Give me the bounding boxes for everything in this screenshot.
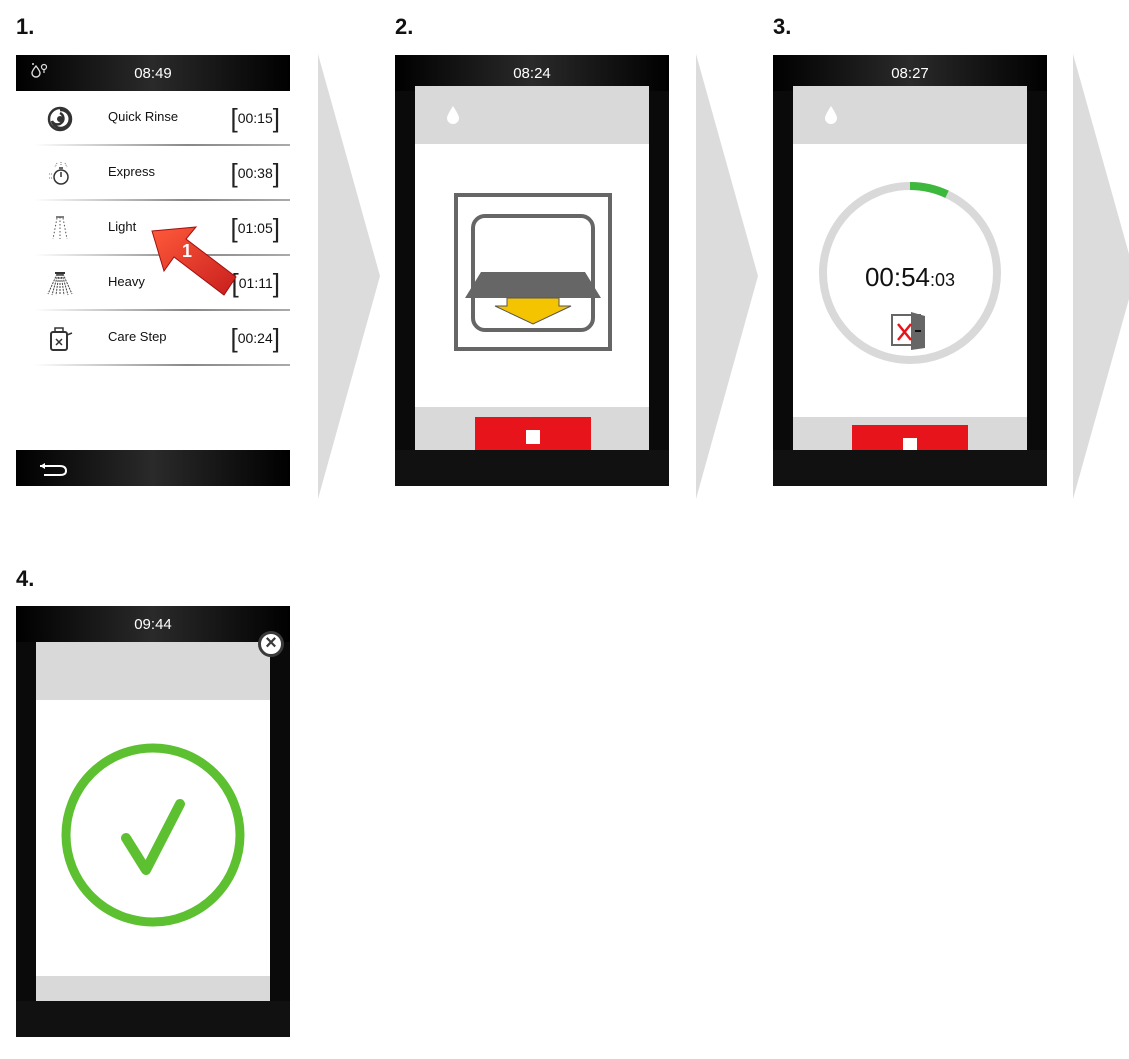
dialog bbox=[415, 86, 649, 471]
heavy-spray-icon bbox=[47, 272, 73, 296]
clock: 08:24 bbox=[513, 65, 551, 82]
clock: 09:44 bbox=[134, 616, 172, 633]
dialog-header bbox=[36, 642, 270, 700]
timer-readout: 00:54:03 bbox=[793, 262, 1027, 293]
program-row-express[interactable]: Express [00:38] bbox=[16, 146, 290, 201]
close-door-icon bbox=[454, 193, 612, 351]
program-label: Express bbox=[108, 164, 155, 179]
program-row-quick-rinse[interactable]: Quick Rinse [00:15] bbox=[16, 91, 290, 146]
close-icon: × bbox=[265, 632, 277, 654]
step-number-1: 1. bbox=[16, 14, 35, 39]
timer-main: 00:54 bbox=[864, 262, 931, 292]
row-divider bbox=[34, 364, 290, 366]
program-label: Heavy bbox=[108, 274, 145, 289]
stopwatch-spray-icon bbox=[49, 162, 69, 185]
status-bar: 08:49 bbox=[16, 55, 290, 91]
program-label: Care Step bbox=[108, 329, 167, 344]
dialog-header bbox=[793, 86, 1027, 144]
program-duration: [00:15] bbox=[230, 103, 280, 133]
step-number-2: 2. bbox=[395, 14, 414, 39]
screen-finished: 09:44 × bbox=[16, 606, 290, 1037]
water-drop-icon bbox=[447, 106, 459, 124]
duration-value: 00:38 bbox=[237, 165, 273, 181]
dialog bbox=[36, 642, 270, 1022]
screen-close-door: 08:24 bbox=[395, 55, 669, 486]
program-list: Quick Rinse [00:15] Express [00:38] Ligh… bbox=[16, 91, 290, 450]
bottom-bar bbox=[395, 450, 669, 486]
bottom-bar bbox=[16, 1001, 290, 1037]
close-button[interactable]: × bbox=[258, 631, 284, 657]
dialog-header bbox=[415, 86, 649, 144]
program-duration: [00:38] bbox=[230, 158, 280, 188]
program-duration: [00:24] bbox=[230, 323, 280, 353]
program-row-care-step[interactable]: Care Step [00:24] bbox=[16, 311, 290, 366]
status-bar: 09:44 bbox=[16, 606, 290, 642]
screen-running: 08:27 00:54:03 bbox=[773, 55, 1047, 486]
clock: 08:27 bbox=[891, 65, 929, 82]
screen-program-list: 08:49 Quick Rinse [00:15] Express [00:38… bbox=[16, 55, 290, 486]
program-label: Light bbox=[108, 219, 137, 234]
callout-number: 1 bbox=[182, 241, 192, 261]
success-check-icon bbox=[61, 743, 245, 927]
step-chevron bbox=[1073, 54, 1129, 499]
bottom-bar bbox=[773, 450, 1047, 486]
dialog: 00:54:03 bbox=[793, 86, 1027, 471]
bottom-bar bbox=[16, 450, 290, 486]
clock: 08:49 bbox=[134, 65, 172, 82]
step-chevron bbox=[696, 54, 758, 499]
spiral-icon bbox=[47, 106, 73, 132]
callout-arrow-icon: 1 bbox=[151, 226, 237, 296]
step-number-4: 4. bbox=[16, 566, 35, 591]
back-arrow-icon[interactable] bbox=[38, 462, 68, 476]
light-spray-icon bbox=[52, 216, 68, 240]
door-locked-icon bbox=[891, 312, 925, 350]
timer-seconds: :03 bbox=[930, 270, 956, 290]
water-drop-icon bbox=[825, 106, 837, 124]
program-label: Quick Rinse bbox=[108, 109, 179, 124]
duration-value: 00:24 bbox=[237, 330, 273, 346]
step-number-3: 3. bbox=[773, 14, 792, 39]
step-chevron bbox=[318, 54, 380, 499]
duration-value: 00:15 bbox=[237, 110, 273, 126]
care-bottle-icon bbox=[50, 327, 73, 351]
stop-icon bbox=[526, 429, 540, 444]
